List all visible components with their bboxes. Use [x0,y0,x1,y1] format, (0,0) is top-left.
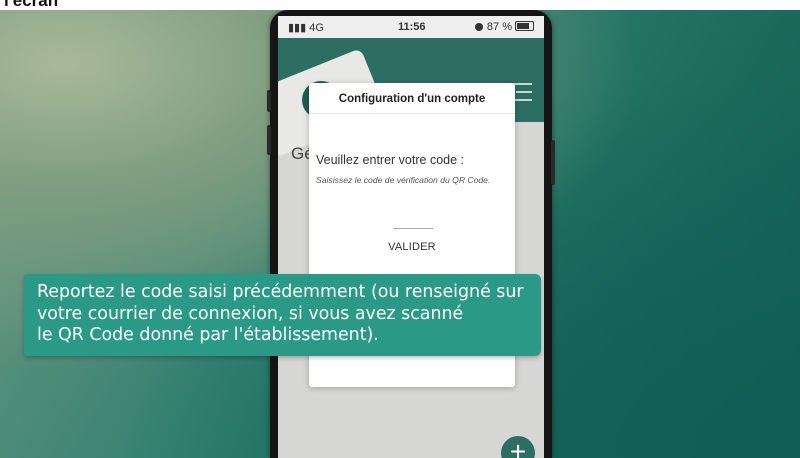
status-time: 11:56 [398,21,426,33]
caption-line: Reportez le code saisi précédemment (ou … [37,282,524,302]
dialog-title: Configuration d'un compte [338,93,486,105]
phone-screen: ▮▮▮ 4G 11:56 87 % Gé Configuration d'un … [278,16,544,458]
battery-percent: 87 % [486,21,512,33]
verification-code-input[interactable] [393,222,433,229]
validate-button[interactable]: VALIDER [309,241,515,259]
caption-text: Reportez le code saisi précédemment (ou … [37,282,537,347]
caption-line: le QR Code donné par l'établissement). [37,325,379,345]
plus-icon: + [509,436,527,458]
signal-icon: ▮▮▮ 4G [288,22,324,34]
alarm-icon [474,23,483,31]
top-strip: l'écran [0,0,800,10]
battery-icon [515,21,534,31]
add-fab-button[interactable]: + [501,436,535,458]
phone-power-button [551,140,555,185]
status-bar: ▮▮▮ 4G 11:56 87 % [278,16,544,38]
network-label: 4G [309,22,324,34]
code-prompt-label: Veuillez entrer votre code : [316,153,464,167]
caption-line: votre courrier de connexion, si vous ave… [37,303,464,324]
top-cropped-label: l'écran [4,0,59,10]
phone-side-button [267,125,271,155]
code-help-text: Saisissez le code de vérification du QR … [316,175,491,185]
tutorial-caption: Reportez le code saisi précédemment (ou … [24,274,541,356]
battery-status: 87 % [474,21,534,33]
phone-side-button [267,90,271,112]
dialog-divider [309,113,515,114]
